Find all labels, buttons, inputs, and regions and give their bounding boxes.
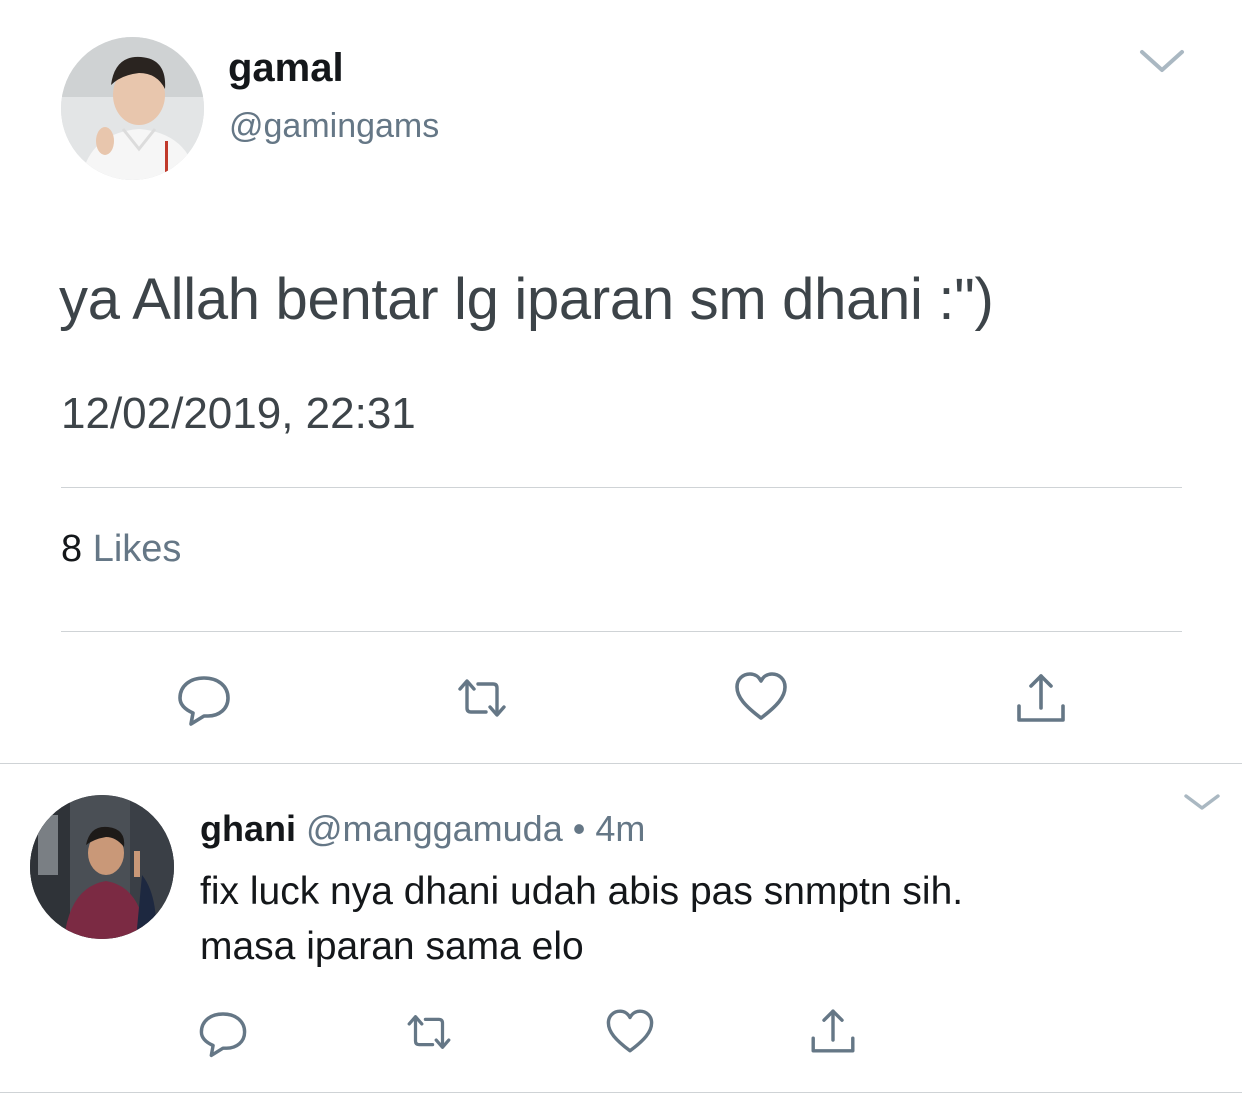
heart-icon[interactable] xyxy=(603,1004,657,1058)
chevron-down-icon[interactable] xyxy=(1138,44,1186,76)
reply-icon[interactable] xyxy=(196,1005,250,1059)
heart-icon[interactable] xyxy=(731,666,791,726)
divider xyxy=(61,487,1182,488)
author-avatar[interactable] xyxy=(61,37,204,180)
divider xyxy=(0,1092,1242,1093)
reply-icon[interactable] xyxy=(174,668,234,728)
reply-text-line: fix luck nya dhani udah abis pas snmptn … xyxy=(200,870,964,913)
avatar-image xyxy=(30,795,174,939)
author-display-name[interactable]: gamal xyxy=(228,46,344,91)
reply-text-line: masa iparan sama elo xyxy=(200,925,584,968)
reply-author-avatar[interactable] xyxy=(30,795,174,939)
tweet-timestamp: 12/02/2019, 22:31 xyxy=(61,389,416,438)
reply-author-handle[interactable]: @manggamuda xyxy=(306,808,563,849)
share-icon[interactable] xyxy=(806,1004,860,1058)
reply-time: 4m xyxy=(595,808,646,849)
divider xyxy=(61,631,1182,632)
tweet-text: ya Allah bentar lg iparan sm dhani :") xyxy=(59,267,994,332)
share-icon[interactable] xyxy=(1011,668,1071,728)
author-handle[interactable]: @gamingams xyxy=(229,107,439,146)
divider xyxy=(0,763,1242,764)
avatar-image xyxy=(61,37,204,180)
chevron-down-icon[interactable] xyxy=(1182,790,1222,814)
retweet-icon[interactable] xyxy=(452,668,512,728)
reply-header: ghani @manggamuda • 4m xyxy=(200,808,645,850)
likes-label: Likes xyxy=(92,528,182,570)
reply-text: fix luck nya dhani udah abis pas snmptn … xyxy=(200,864,963,974)
separator-dot: • xyxy=(572,808,586,849)
reply-author-display-name[interactable]: ghani xyxy=(200,808,296,849)
retweet-icon[interactable] xyxy=(402,1005,456,1059)
likes-count: 8 xyxy=(61,528,83,570)
likes-summary[interactable]: 8 Likes xyxy=(61,528,181,571)
